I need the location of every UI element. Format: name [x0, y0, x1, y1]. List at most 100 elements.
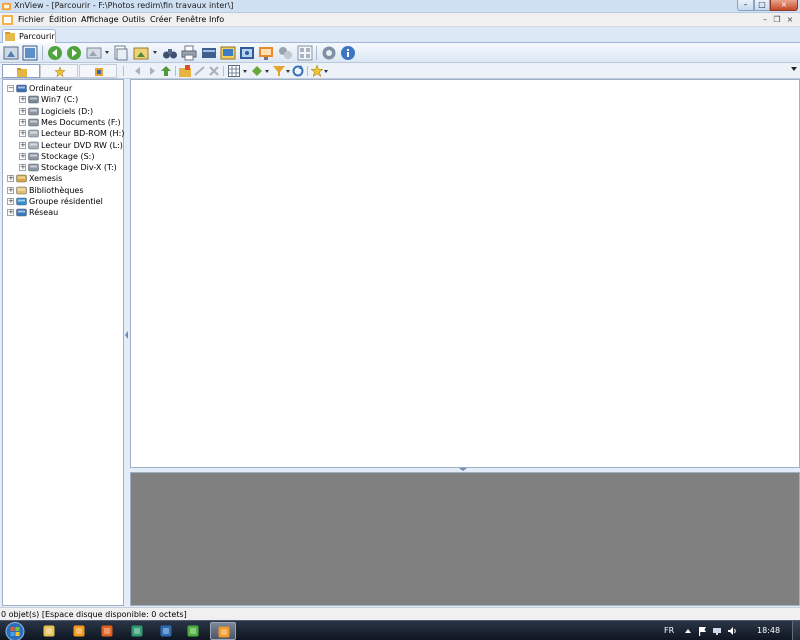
user-folder-icon [16, 173, 27, 183]
minimize-button[interactable]: – [737, 0, 754, 11]
expand-toggle-icon[interactable]: + [7, 209, 14, 217]
language-indicator[interactable]: FR [664, 626, 674, 635]
taskbar-app-button[interactable] [94, 622, 120, 640]
expand-toggle-icon[interactable]: + [19, 96, 26, 104]
expand-toggle-icon[interactable]: + [7, 186, 14, 194]
folders-tab[interactable] [2, 64, 40, 78]
print-icon[interactable] [181, 45, 197, 61]
document-menu-icon[interactable] [2, 15, 13, 25]
collapse-down-icon[interactable] [459, 468, 467, 471]
tree-item-label: Réseau [29, 208, 59, 218]
menu-fenetre[interactable]: Fenêtre [176, 15, 206, 24]
open-dropdown-arrow[interactable] [105, 51, 109, 54]
tab-parcourir[interactable]: Parcourir [2, 29, 56, 43]
taskbar-app-button[interactable] [210, 622, 236, 640]
tree-item-label: Groupe résidentiel [29, 197, 103, 206]
capture-icon[interactable] [239, 45, 255, 61]
parent-folder-icon[interactable] [160, 65, 172, 77]
tree-item-label: Win7 (C:) [41, 95, 79, 105]
delete-icon[interactable] [208, 65, 220, 77]
file-list[interactable] [130, 67, 800, 468]
filter-dropdown-arrow[interactable] [153, 51, 157, 54]
start-button[interactable] [4, 622, 26, 640]
collapse-left-icon[interactable] [125, 331, 128, 339]
volume-icon[interactable] [727, 626, 737, 636]
scanner-icon[interactable] [201, 45, 217, 61]
maximize-button[interactable]: □ [754, 0, 770, 11]
expand-toggle-icon[interactable]: + [19, 141, 26, 149]
clock[interactable]: 18:48 [757, 626, 780, 635]
expand-toggle-icon[interactable]: − [7, 85, 14, 92]
preview-pane [130, 472, 800, 606]
contact-sheet-icon[interactable] [297, 45, 313, 61]
title-bar: XnView - [Parcourir - F:\Photos redim\fi… [0, 0, 800, 13]
status-bar: 0 objet(s) [Espace disque disponible: 0 … [0, 607, 800, 620]
expand-toggle-icon[interactable]: + [19, 164, 26, 172]
network-icon [16, 207, 27, 217]
filter-icon[interactable] [133, 45, 149, 61]
fullscreen-icon[interactable] [22, 45, 38, 61]
filter-dropdown-arrow[interactable] [286, 70, 290, 73]
back-icon[interactable] [47, 45, 63, 61]
mdi-close-button[interactable]: × [785, 15, 795, 25]
rating-icon[interactable] [311, 65, 323, 77]
expand-toggle-icon[interactable]: + [19, 118, 26, 126]
libraries-icon [16, 185, 27, 195]
favorites-tab[interactable] [40, 64, 78, 78]
menu-edition[interactable]: Édition [49, 15, 77, 24]
view-mode-dropdown-arrow[interactable] [243, 70, 247, 73]
menu-affichage[interactable]: Affichage [81, 15, 119, 24]
expand-toggle-icon[interactable]: + [7, 175, 14, 183]
search-tool-icon [131, 625, 143, 637]
filter-funnel-icon[interactable] [273, 65, 285, 77]
expand-toggle-icon[interactable]: + [19, 130, 26, 138]
expand-toggle-icon[interactable]: + [7, 198, 14, 205]
folders-icon [17, 68, 27, 77]
forward-icon[interactable] [66, 45, 82, 61]
sort-icon[interactable] [251, 65, 263, 77]
taskbar-app-button[interactable] [153, 622, 179, 640]
menu-outils[interactable]: Outils [122, 15, 145, 24]
vertical-splitter[interactable] [124, 79, 129, 606]
move-icon[interactable] [194, 65, 206, 77]
nav-forward-icon[interactable] [146, 65, 158, 77]
network-tray-icon[interactable] [712, 626, 722, 636]
menu-fichier[interactable]: Fichier [18, 15, 44, 24]
refresh-icon[interactable] [292, 65, 304, 77]
taskbar-app-button[interactable] [180, 622, 206, 640]
status-text: 0 objet(s) [Espace disque disponible: 0 … [1, 610, 187, 619]
open-image-icon[interactable] [86, 45, 102, 61]
mdi-restore-button[interactable]: ❐ [772, 15, 782, 25]
tree-item-label: Bibliothèques [29, 185, 84, 195]
close-button[interactable]: × [770, 0, 798, 11]
batch-icon[interactable] [277, 45, 293, 61]
view-mode-icon[interactable] [228, 65, 240, 77]
web-page-icon[interactable] [258, 45, 274, 61]
expand-toggle-icon[interactable]: + [19, 107, 26, 115]
mdi-minimize-button[interactable]: – [760, 15, 770, 25]
tray-arrow-icon[interactable] [683, 626, 693, 636]
show-desktop-button[interactable] [792, 621, 800, 640]
new-folder-icon[interactable] [179, 65, 191, 77]
browse-icon[interactable] [113, 45, 129, 61]
path-dropdown-arrow[interactable] [791, 67, 797, 71]
nav-back-icon[interactable] [132, 65, 144, 77]
folder-tree[interactable]: − Ordinateur + Win7 (C:) + Logiciels (D:) + Mes… [2, 79, 124, 606]
hard-drive-icon [28, 106, 39, 116]
binoculars-icon[interactable] [162, 45, 178, 61]
taskbar-app-button[interactable] [66, 622, 92, 640]
rating-dropdown-arrow[interactable] [324, 70, 328, 73]
expand-toggle-icon[interactable]: + [19, 152, 26, 160]
taskbar-app-button[interactable] [36, 622, 62, 640]
menu-info[interactable]: Info [209, 15, 224, 24]
taskbar-app-button[interactable] [124, 622, 150, 640]
settings-icon[interactable] [321, 45, 337, 61]
slideshow-icon[interactable] [220, 45, 236, 61]
acquire-icon[interactable] [3, 45, 19, 61]
info-icon[interactable] [340, 45, 356, 61]
sort-dropdown-arrow[interactable] [265, 70, 269, 73]
categories-icon [95, 68, 103, 76]
menu-creer[interactable]: Créer [150, 15, 172, 24]
categories-tab[interactable] [79, 64, 117, 78]
action-center-icon[interactable] [697, 626, 707, 636]
